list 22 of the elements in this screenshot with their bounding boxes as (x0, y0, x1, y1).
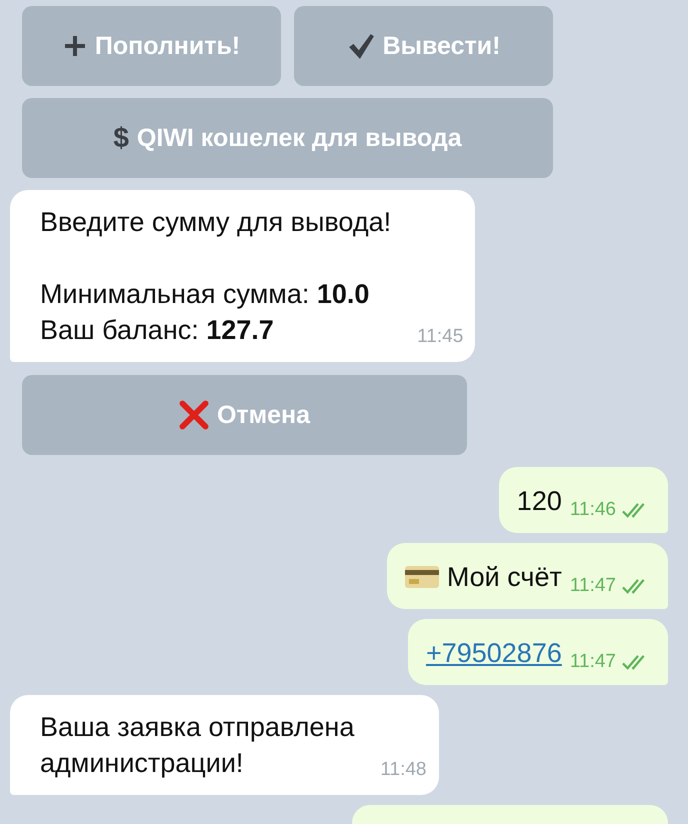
close-icon (178, 400, 209, 430)
message-text: Ваш баланс: 127.7 (40, 314, 275, 347)
keyboard-button[interactable]: Пополнить! (22, 6, 281, 86)
message-time: 11:47 (570, 575, 616, 597)
message-text: Введите сумму для вывода! (40, 206, 392, 239)
check-icon (346, 32, 375, 60)
phone-link[interactable]: +79502876 (426, 638, 562, 668)
plus-icon (62, 34, 87, 58)
credit-card-icon (404, 565, 439, 589)
keyboard-button[interactable]: $ QIWI кошелек для вывода (22, 98, 553, 178)
dollar-icon: $ (113, 122, 129, 154)
message-time: 11:46 (570, 499, 616, 521)
message-text: Ваша заявка отправлена (40, 711, 354, 744)
keyboard-button[interactable]: Отмена (22, 375, 467, 455)
message-time: 11:48 (380, 759, 426, 781)
message-time: 11:45 (417, 326, 464, 348)
message-text: Мой счёт (446, 562, 562, 592)
message-text: администрации! (40, 747, 244, 780)
message-text: Минимальная сумма: 10.0 (40, 278, 370, 311)
message-time: 11:47 (570, 651, 616, 673)
keyboard-button[interactable]: Вывести! (294, 6, 553, 86)
message-text: 120 (516, 486, 562, 516)
